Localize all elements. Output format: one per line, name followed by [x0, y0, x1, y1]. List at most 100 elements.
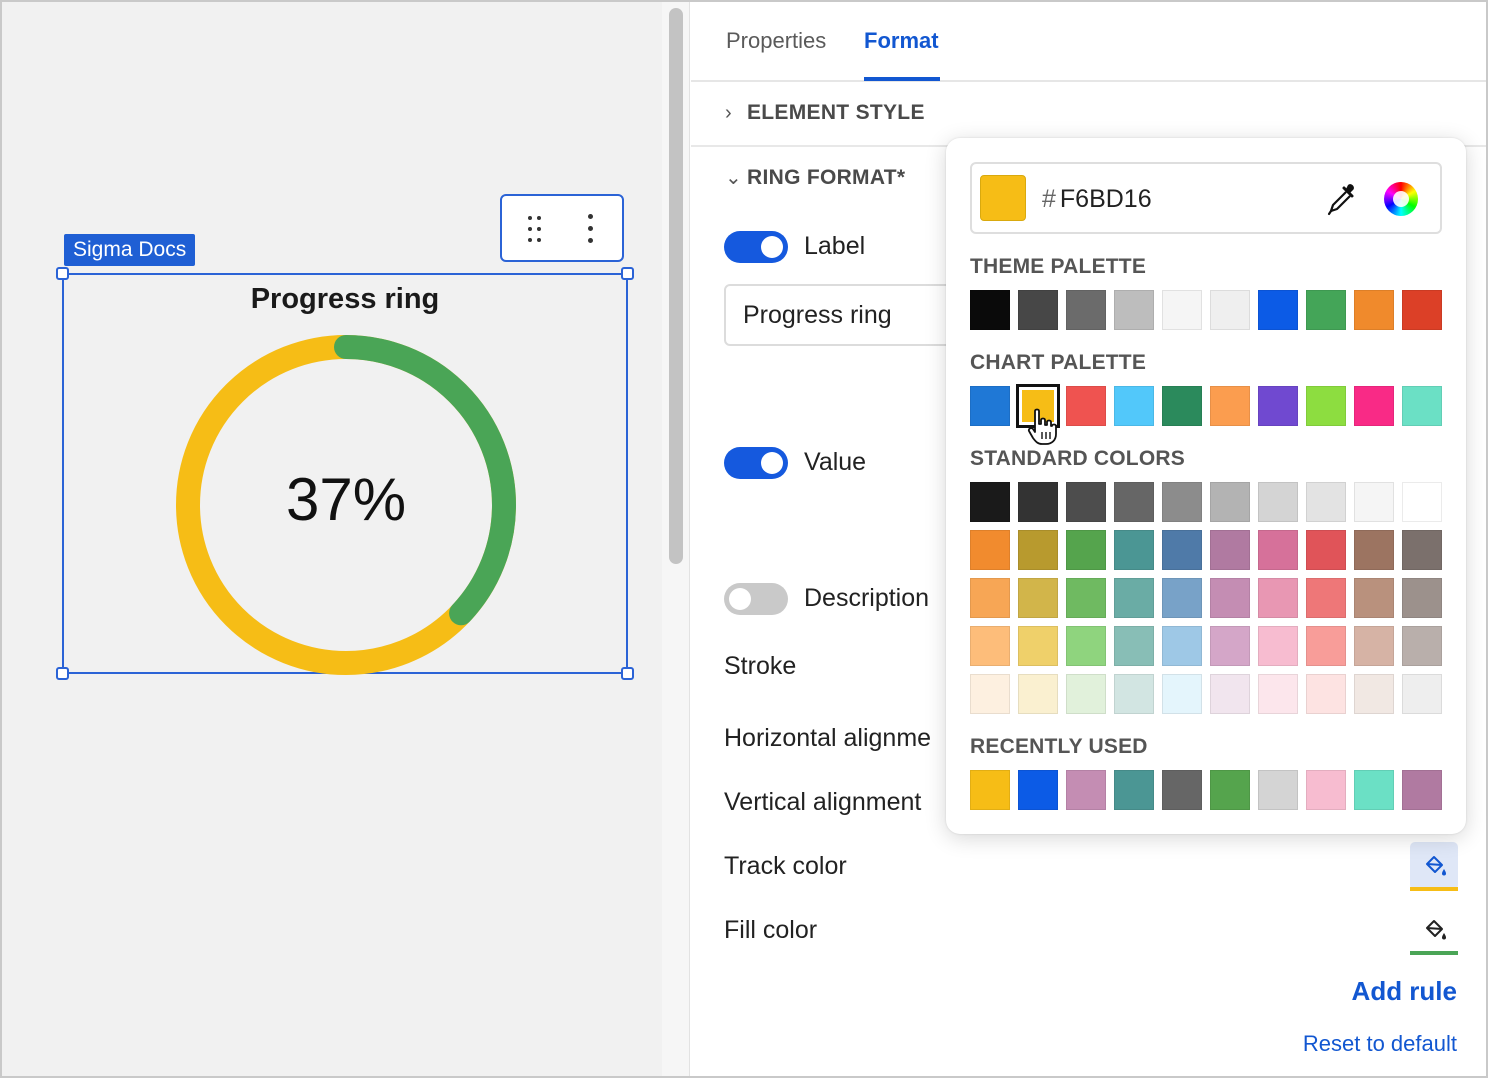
standard-color-swatch[interactable]: [970, 482, 1010, 522]
theme-palette-swatch[interactable]: [970, 290, 1010, 330]
recently-used-swatch[interactable]: [1162, 770, 1202, 810]
theme-palette-swatch[interactable]: [1306, 290, 1346, 330]
standard-color-swatch[interactable]: [1210, 626, 1250, 666]
standard-color-swatch[interactable]: [1162, 482, 1202, 522]
section-ring-format[interactable]: ⌄ RING FORMAT*: [725, 165, 905, 190]
hex-value[interactable]: # F6BD16: [1042, 185, 1152, 214]
standard-color-swatch[interactable]: [1018, 530, 1058, 570]
standard-color-swatch[interactable]: [1306, 626, 1346, 666]
more-options-icon[interactable]: [588, 214, 594, 244]
recently-used-swatch[interactable]: [1066, 770, 1106, 810]
standard-color-swatch[interactable]: [1306, 530, 1346, 570]
chart-palette-swatch[interactable]: [970, 386, 1010, 426]
track-color-button[interactable]: [1410, 842, 1458, 891]
resize-handle-top-left[interactable]: [56, 267, 69, 280]
standard-color-swatch[interactable]: [1018, 674, 1058, 714]
chart-palette-swatch[interactable]: [1306, 386, 1346, 426]
standard-color-swatch[interactable]: [1354, 578, 1394, 618]
standard-color-swatch[interactable]: [1162, 674, 1202, 714]
standard-color-swatch[interactable]: [1402, 674, 1442, 714]
standard-color-swatch[interactable]: [970, 674, 1010, 714]
chart-palette-swatch[interactable]: [1114, 386, 1154, 426]
recently-used-swatch[interactable]: [1258, 770, 1298, 810]
scrollbar-thumb[interactable]: [669, 8, 683, 564]
standard-color-swatch[interactable]: [1258, 674, 1298, 714]
color-wheel-icon[interactable]: [1384, 182, 1418, 216]
standard-color-swatch[interactable]: [1018, 626, 1058, 666]
add-rule-link[interactable]: Add rule: [1352, 976, 1457, 1007]
standard-color-swatch[interactable]: [1354, 674, 1394, 714]
standard-color-swatch[interactable]: [1066, 530, 1106, 570]
eyedropper-icon[interactable]: [1326, 181, 1360, 217]
section-element-style[interactable]: › ELEMENT STYLE: [725, 101, 925, 125]
standard-color-swatch[interactable]: [1114, 578, 1154, 618]
standard-color-swatch[interactable]: [1258, 530, 1298, 570]
theme-palette-swatch[interactable]: [1354, 290, 1394, 330]
standard-color-swatch[interactable]: [970, 626, 1010, 666]
standard-color-swatch[interactable]: [1210, 482, 1250, 522]
recently-used-swatch[interactable]: [1210, 770, 1250, 810]
theme-palette-swatch[interactable]: [1066, 290, 1106, 330]
standard-color-swatch[interactable]: [1210, 578, 1250, 618]
standard-color-swatch[interactable]: [1162, 530, 1202, 570]
standard-color-swatch[interactable]: [1354, 482, 1394, 522]
standard-color-swatch[interactable]: [1210, 674, 1250, 714]
progress-ring-element[interactable]: Progress ring 37%: [56, 267, 634, 680]
standard-color-swatch[interactable]: [1162, 578, 1202, 618]
standard-color-swatch[interactable]: [1306, 674, 1346, 714]
standard-color-swatch[interactable]: [1114, 674, 1154, 714]
value-toggle[interactable]: [724, 447, 788, 479]
standard-color-swatch[interactable]: [1210, 530, 1250, 570]
label-toggle[interactable]: [724, 231, 788, 263]
label-text-input[interactable]: Progress ring: [724, 284, 984, 346]
resize-handle-bottom-right[interactable]: [621, 667, 634, 680]
recently-used-swatch[interactable]: [1114, 770, 1154, 810]
standard-color-swatch[interactable]: [970, 530, 1010, 570]
standard-color-swatch[interactable]: [1258, 578, 1298, 618]
resize-handle-top-right[interactable]: [621, 267, 634, 280]
chart-palette-swatch[interactable]: [1066, 386, 1106, 426]
theme-palette-swatch[interactable]: [1258, 290, 1298, 330]
fill-color-button[interactable]: [1410, 906, 1458, 955]
standard-color-swatch[interactable]: [1114, 626, 1154, 666]
standard-color-swatch[interactable]: [1354, 626, 1394, 666]
standard-color-swatch[interactable]: [1402, 482, 1442, 522]
hex-color-input[interactable]: # F6BD16: [970, 162, 1442, 234]
chart-palette-swatch[interactable]: [1354, 386, 1394, 426]
standard-color-swatch[interactable]: [970, 578, 1010, 618]
recently-used-swatch[interactable]: [1354, 770, 1394, 810]
drag-handle-icon[interactable]: [528, 216, 542, 242]
standard-color-swatch[interactable]: [1402, 626, 1442, 666]
theme-palette-swatch[interactable]: [1018, 290, 1058, 330]
standard-color-swatch[interactable]: [1066, 626, 1106, 666]
theme-palette-swatch[interactable]: [1210, 290, 1250, 330]
standard-color-swatch[interactable]: [1066, 578, 1106, 618]
standard-color-swatch[interactable]: [1066, 482, 1106, 522]
canvas-scrollbar[interactable]: [662, 2, 690, 1076]
tab-properties[interactable]: Properties: [726, 28, 826, 54]
recently-used-swatch[interactable]: [970, 770, 1010, 810]
theme-palette-swatch[interactable]: [1114, 290, 1154, 330]
standard-color-swatch[interactable]: [1402, 530, 1442, 570]
standard-color-swatch[interactable]: [1162, 626, 1202, 666]
theme-palette-swatch[interactable]: [1162, 290, 1202, 330]
chart-palette-swatch[interactable]: [1162, 386, 1202, 426]
resize-handle-bottom-left[interactable]: [56, 667, 69, 680]
theme-palette-swatch[interactable]: [1402, 290, 1442, 330]
description-toggle[interactable]: [724, 583, 788, 615]
standard-color-swatch[interactable]: [1018, 482, 1058, 522]
chart-palette-swatch[interactable]: [1402, 386, 1442, 426]
standard-color-swatch[interactable]: [1018, 578, 1058, 618]
reset-to-default-link[interactable]: Reset to default: [1303, 1031, 1457, 1057]
recently-used-swatch[interactable]: [1306, 770, 1346, 810]
standard-color-swatch[interactable]: [1258, 482, 1298, 522]
standard-color-swatch[interactable]: [1066, 674, 1106, 714]
chart-palette-swatch[interactable]: [1258, 386, 1298, 426]
standard-color-swatch[interactable]: [1306, 482, 1346, 522]
standard-color-swatch[interactable]: [1402, 578, 1442, 618]
tab-format[interactable]: Format: [864, 28, 939, 54]
recently-used-swatch[interactable]: [1018, 770, 1058, 810]
standard-color-swatch[interactable]: [1114, 530, 1154, 570]
standard-color-swatch[interactable]: [1114, 482, 1154, 522]
standard-color-swatch[interactable]: [1306, 578, 1346, 618]
